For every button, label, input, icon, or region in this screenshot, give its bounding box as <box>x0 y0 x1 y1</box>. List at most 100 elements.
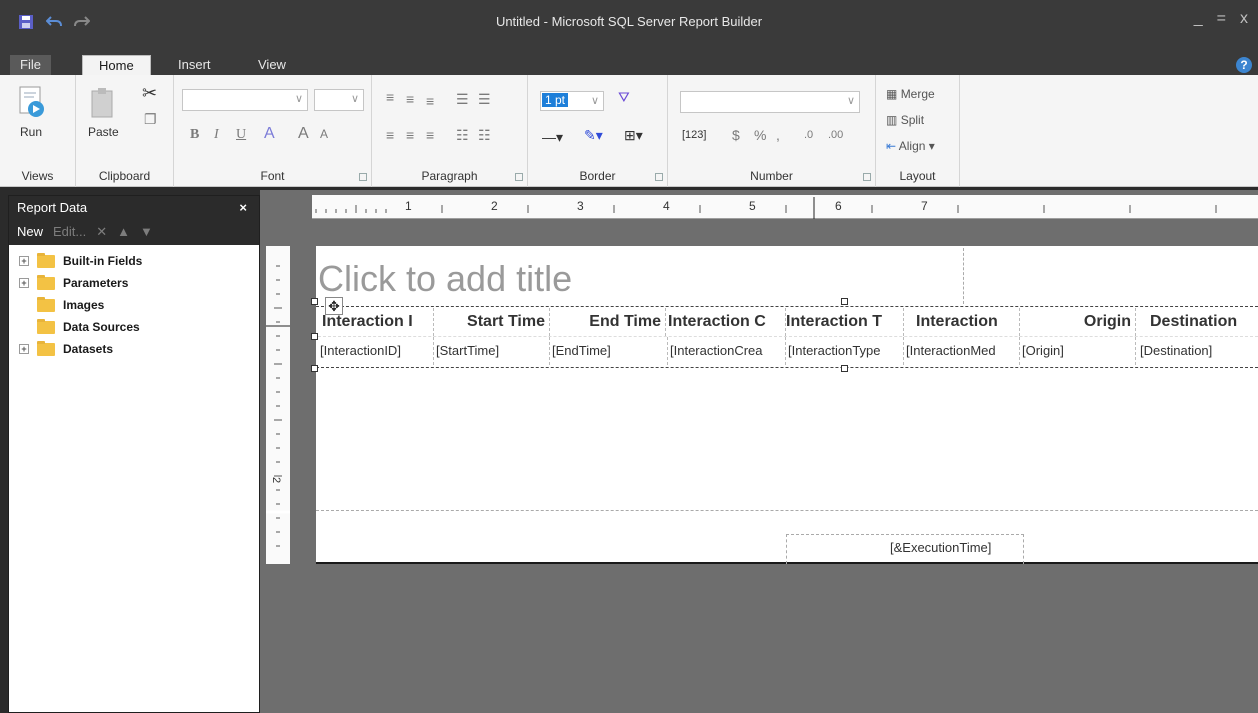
decrease-decimal-button[interactable]: .00 <box>828 129 843 141</box>
borders-icon[interactable]: ⊞▾ <box>624 127 643 144</box>
column-header[interactable]: Destination <box>1136 308 1258 336</box>
expand-icon[interactable]: + <box>19 256 29 266</box>
field-cell[interactable]: [InteractionID] <box>320 337 434 365</box>
close-button[interactable]: x <box>1240 10 1248 28</box>
align-top-icon[interactable]: ≡ <box>386 89 394 105</box>
tab-file[interactable]: File <box>10 55 51 75</box>
report-data-tree: + Built-in Fields + Parameters Images Da… <box>9 245 259 360</box>
maximize-button[interactable]: = <box>1217 10 1226 28</box>
column-header[interactable]: Interaction T <box>786 308 904 336</box>
column-header[interactable]: Start Time <box>434 308 550 336</box>
tree-item-data-sources[interactable]: Data Sources <box>19 316 259 338</box>
tab-view[interactable]: View <box>242 55 302 75</box>
border-width-combo[interactable]: 1 pt ∨ <box>540 91 604 111</box>
align-right-icon[interactable]: ≡ <box>426 127 434 143</box>
execution-time-expression[interactable]: [&ExecutionTime] <box>890 540 991 555</box>
field-cell[interactable]: [EndTime] <box>552 337 668 365</box>
cut-icon[interactable]: ✂ <box>142 83 157 104</box>
tree-item-parameters[interactable]: + Parameters <box>19 272 259 294</box>
expand-icon[interactable]: + <box>19 344 29 354</box>
placeholder-button[interactable]: [123] <box>682 129 706 141</box>
field-cell[interactable]: [InteractionCrea <box>670 337 786 365</box>
shrink-font-button[interactable]: A <box>320 127 328 141</box>
number-launcher-icon[interactable] <box>863 173 871 181</box>
ruler-number: 7 <box>921 199 928 213</box>
ruler-number: 2 <box>270 476 283 484</box>
fill-color-icon[interactable]: ⛛ <box>618 89 630 106</box>
field-cell[interactable]: [StartTime] <box>436 337 550 365</box>
ribbon: Run Views Paste ✂ ❐ Clipboard ∨ ∨ B I U … <box>0 75 1258 187</box>
run-button[interactable]: Run <box>16 85 46 139</box>
column-header[interactable]: Origin <box>1020 308 1136 336</box>
move-handle-icon[interactable]: ✥ <box>325 297 343 315</box>
underline-button[interactable]: U <box>236 127 246 143</box>
increase-indent-icon[interactable]: ☰ <box>478 91 491 108</box>
merge-button[interactable]: ▦ Merge <box>886 87 935 101</box>
grow-font-button[interactable]: A <box>298 125 309 143</box>
chevron-down-icon: ∨ <box>590 95 599 107</box>
font-family-combo[interactable]: ∨ <box>182 89 308 111</box>
tree-item-datasets[interactable]: + Datasets <box>19 338 259 360</box>
tree-item-label: Images <box>63 298 105 312</box>
merge-label: Merge <box>900 87 935 101</box>
paragraph-launcher-icon[interactable] <box>515 173 523 181</box>
resize-handle[interactable] <box>311 298 318 305</box>
minimize-button[interactable]: _ <box>1194 10 1203 28</box>
split-button[interactable]: ▥ Split <box>886 113 924 127</box>
comma-button[interactable]: , <box>776 127 780 143</box>
tree-item-built-in-fields[interactable]: + Built-in Fields <box>19 250 259 272</box>
italic-button[interactable]: I <box>214 127 219 143</box>
chevron-down-icon: ∨ <box>294 93 303 105</box>
field-cell[interactable]: [InteractionMed <box>906 337 1020 365</box>
field-cell[interactable]: [Destination] <box>1140 337 1258 365</box>
paste-label: Paste <box>88 125 119 139</box>
font-color-button[interactable]: A <box>264 125 275 143</box>
border-launcher-icon[interactable] <box>655 173 663 181</box>
number-format-combo[interactable]: ∨ <box>680 91 860 113</box>
percent-button[interactable]: % <box>754 127 766 143</box>
column-header[interactable]: Interaction C <box>668 308 786 336</box>
help-icon[interactable]: ? <box>1236 57 1252 73</box>
delete-icon[interactable]: ✕ <box>96 219 107 245</box>
currency-button[interactable]: $ <box>732 127 740 143</box>
close-icon[interactable]: × <box>239 196 247 219</box>
run-icon <box>16 85 46 119</box>
paste-button[interactable]: Paste <box>88 85 119 139</box>
resize-handle[interactable] <box>311 365 318 372</box>
increase-decimal-button[interactable]: .0 <box>804 129 813 141</box>
decrease-indent-icon[interactable]: ☰ <box>456 91 469 108</box>
resize-handle[interactable] <box>311 333 318 340</box>
report-data-toolbar: New Edit... ✕ ▲ ▼ <box>9 219 259 245</box>
align-middle-icon[interactable]: ≡ <box>406 91 414 107</box>
tab-home[interactable]: Home <box>82 55 151 77</box>
border-style-icon[interactable]: —▾ <box>542 129 563 146</box>
move-up-icon[interactable]: ▲ <box>117 219 130 245</box>
tree-item-images[interactable]: Images <box>19 294 259 316</box>
move-down-icon[interactable]: ▼ <box>140 219 153 245</box>
bold-button[interactable]: B <box>190 127 199 143</box>
new-button[interactable]: New <box>17 219 43 245</box>
expand-icon[interactable]: + <box>19 278 29 288</box>
report-title-placeholder[interactable]: Click to add title <box>318 258 572 300</box>
field-cell[interactable]: [Origin] <box>1022 337 1136 365</box>
group-layout: ▦ Merge ▥ Split ⇤ Align ▾ Layout <box>876 75 960 187</box>
align-left-icon[interactable]: ≡ <box>386 127 394 143</box>
numbering-icon[interactable]: ☷ <box>478 127 491 144</box>
column-header[interactable]: Interaction <box>904 308 1020 336</box>
edit-button[interactable]: Edit... <box>53 219 86 245</box>
resize-handle[interactable] <box>841 365 848 372</box>
tree-item-label: Built-in Fields <box>63 254 143 268</box>
resize-handle[interactable] <box>841 298 848 305</box>
font-launcher-icon[interactable] <box>359 173 367 181</box>
align-button[interactable]: ⇤ Align ▾ <box>886 139 935 153</box>
column-header[interactable]: End Time <box>550 308 666 336</box>
bullets-icon[interactable]: ☷ <box>456 127 469 144</box>
run-label: Run <box>19 125 42 139</box>
font-size-combo[interactable]: ∨ <box>314 89 364 111</box>
align-center-icon[interactable]: ≡ <box>406 127 414 143</box>
border-color-icon[interactable]: ✎▾ <box>584 127 603 144</box>
copy-icon[interactable]: ❐ <box>144 111 157 128</box>
field-cell[interactable]: [InteractionType <box>788 337 904 365</box>
align-bottom-icon[interactable]: ≡ <box>426 93 434 109</box>
tab-insert[interactable]: Insert <box>162 55 227 75</box>
